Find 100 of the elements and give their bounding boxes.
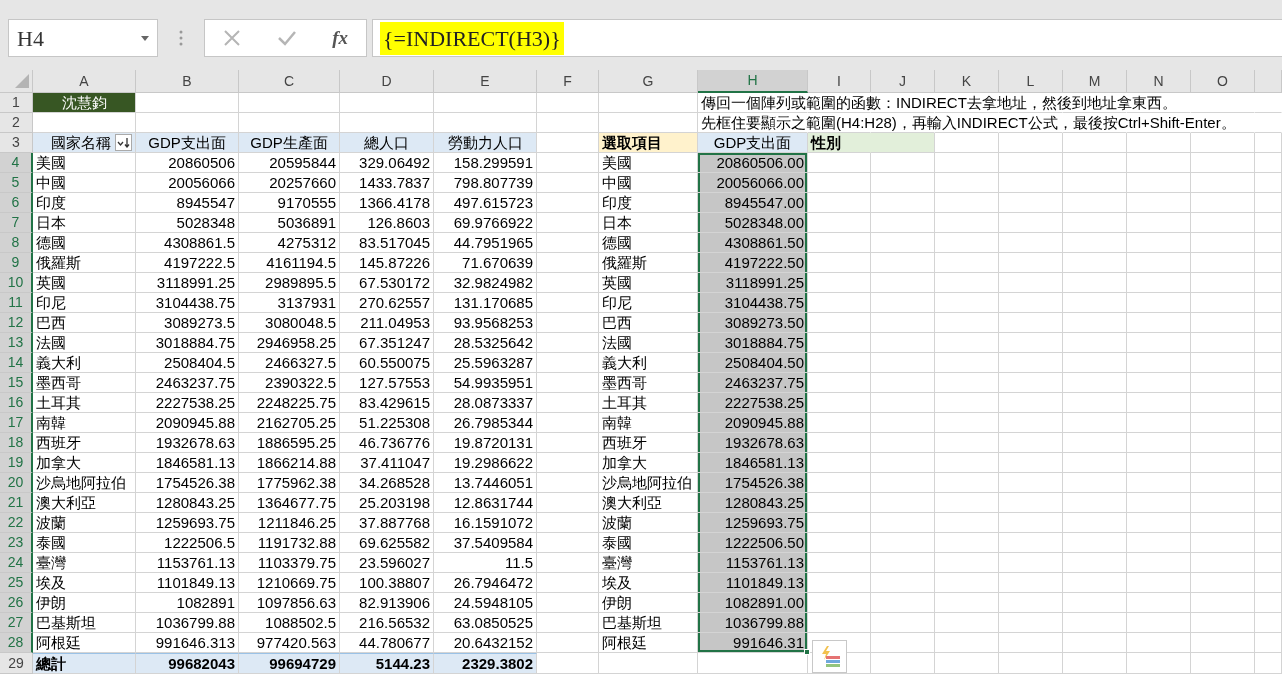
column-heading-cell[interactable]: GDP支出面 [698,133,808,153]
row-header[interactable]: 22 [0,513,33,533]
column-header[interactable]: B [136,70,239,93]
sheet-cell[interactable]: 1866214.88 [239,453,340,473]
row-header[interactable]: 29 [0,653,33,674]
column-heading-cell[interactable]: 國家名稱 [33,133,136,153]
drag-handle-icon[interactable] [179,30,183,46]
sheet-cell[interactable]: 1775962.38 [239,473,340,493]
column-heading-cell[interactable]: 性別 [808,133,871,153]
selected-cell[interactable]: 1222506.50 [698,533,808,553]
row-header[interactable]: 25 [0,573,33,593]
close-icon[interactable] [222,29,241,47]
column-header[interactable]: H [698,70,808,93]
sheet-cell[interactable]: 波蘭 [33,513,136,533]
sheet-cell[interactable]: 2162705.25 [239,413,340,433]
checkmark-icon[interactable] [276,30,297,46]
sheet-cell[interactable]: 37.887768 [340,513,434,533]
column-header[interactable]: J [871,70,935,93]
sheet-cell[interactable]: 131.170685 [434,293,537,313]
sheet-cell[interactable]: 82.913906 [340,593,434,613]
sheet-cell[interactable]: 1364677.75 [239,493,340,513]
row-header[interactable]: 15 [0,373,33,393]
sheet-cell[interactable]: 印尼 [33,293,136,313]
column-header[interactable]: N [1127,70,1191,93]
sheet-cell[interactable]: 1153761.13 [136,553,239,573]
sheet-cell[interactable]: 3080048.5 [239,313,340,333]
selected-cell[interactable]: 1932678.63 [698,433,808,453]
sheet-cell[interactable]: 巴基斯坦 [33,613,136,633]
sheet-cell[interactable]: 3018884.75 [136,333,239,353]
sheet-cell[interactable]: 法國 [33,333,136,353]
sheet-cell[interactable]: 44.7951965 [434,233,537,253]
sheet-cell[interactable]: 臺灣 [33,553,136,573]
sheet-cell[interactable]: 9170555 [239,193,340,213]
row-header[interactable]: 11 [0,293,33,313]
sheet-cell[interactable]: 1846581.13 [136,453,239,473]
row-header[interactable]: 19 [0,453,33,473]
column-heading-cell[interactable]: GDP支出面 [136,133,239,153]
sheet-cell[interactable]: 20257660 [239,173,340,193]
selected-cell[interactable]: 4197222.50 [698,253,808,273]
column-header[interactable]: D [340,70,434,93]
selected-cell[interactable]: 20860506.00 [698,153,808,173]
row-header[interactable]: 23 [0,533,33,553]
selected-cell[interactable]: 1153761.13 [698,553,808,573]
row-header[interactable]: 18 [0,433,33,453]
sheet-cell[interactable]: 1210669.75 [239,573,340,593]
sheet-cell[interactable]: 127.57553 [340,373,434,393]
sheet-cell[interactable]: 3118991.25 [136,273,239,293]
sheet-cell[interactable]: 37.5409584 [434,533,537,553]
row-header[interactable]: 1 [0,93,33,113]
sheet-cell[interactable]: 28.5325642 [434,333,537,353]
sheet-cell[interactable]: 34.268528 [340,473,434,493]
sheet-cell[interactable]: 145.87226 [340,253,434,273]
sheet-cell[interactable]: 2946958.25 [239,333,340,353]
row-header[interactable]: 2 [0,113,33,133]
sheet-cell[interactable]: 沙烏地阿拉伯 [33,473,136,493]
selected-cell[interactable]: 2463237.75 [698,373,808,393]
sheet-cell[interactable]: 100.38807 [340,573,434,593]
name-box[interactable]: H4 [8,19,158,57]
total-cell[interactable]: 99682043 [136,653,239,674]
quick-analysis-button[interactable] [812,640,847,673]
selected-cell[interactable]: 1101849.13 [698,573,808,593]
row-header[interactable]: 28 [0,633,33,653]
sheet-cell[interactable]: 211.04953 [340,313,434,333]
column-header[interactable]: A [33,70,136,93]
sheet-cell[interactable]: 16.1591072 [434,513,537,533]
row-header[interactable]: 26 [0,593,33,613]
row-header[interactable]: 3 [0,133,33,153]
sheet-cell[interactable]: 4197222.5 [136,253,239,273]
sheet-cell[interactable]: 8945547 [136,193,239,213]
sheet-cell[interactable]: 4275312 [239,233,340,253]
sheet-cell[interactable]: 83.429615 [340,393,434,413]
sheet-cell[interactable]: 土耳其 [33,393,136,413]
sheet-cell[interactable]: 158.299591 [434,153,537,173]
sheet-cell[interactable]: 216.56532 [340,613,434,633]
sheet-cell[interactable]: 28.0873337 [434,393,537,413]
sheet-cell[interactable]: 1886595.25 [239,433,340,453]
selected-cell[interactable]: 1036799.88 [698,613,808,633]
sheet-cell[interactable]: 1097856.63 [239,593,340,613]
sheet-cell[interactable]: 60.550075 [340,353,434,373]
sheet-cell[interactable]: 2463237.75 [136,373,239,393]
selected-cell[interactable]: 1754526.38 [698,473,808,493]
selected-cell[interactable]: 3104438.75 [698,293,808,313]
sheet-cell[interactable]: 54.9935951 [434,373,537,393]
sheet-cell[interactable]: 270.62557 [340,293,434,313]
filter-button[interactable] [115,134,132,151]
row-header[interactable]: 13 [0,333,33,353]
selected-cell[interactable]: 8945547.00 [698,193,808,213]
selected-cell[interactable]: 991646.31 [698,633,808,653]
sheet-cell[interactable]: 24.5948105 [434,593,537,613]
sheet-cell[interactable]: 2090945.88 [136,413,239,433]
row-header[interactable]: 27 [0,613,33,633]
sheet-cell[interactable]: 中國 [33,173,136,193]
row-header[interactable]: 4 [0,153,33,173]
column-heading-cell[interactable]: 勞動力人口 [434,133,537,153]
sheet-cell[interactable]: 3104438.75 [136,293,239,313]
sheet-cell[interactable]: 32.9824982 [434,273,537,293]
sheet-cell[interactable]: 67.351247 [340,333,434,353]
sheet-cell[interactable]: 69.625582 [340,533,434,553]
sheet-cell[interactable]: 23.596027 [340,553,434,573]
sheet-cell[interactable]: 1259693.75 [136,513,239,533]
